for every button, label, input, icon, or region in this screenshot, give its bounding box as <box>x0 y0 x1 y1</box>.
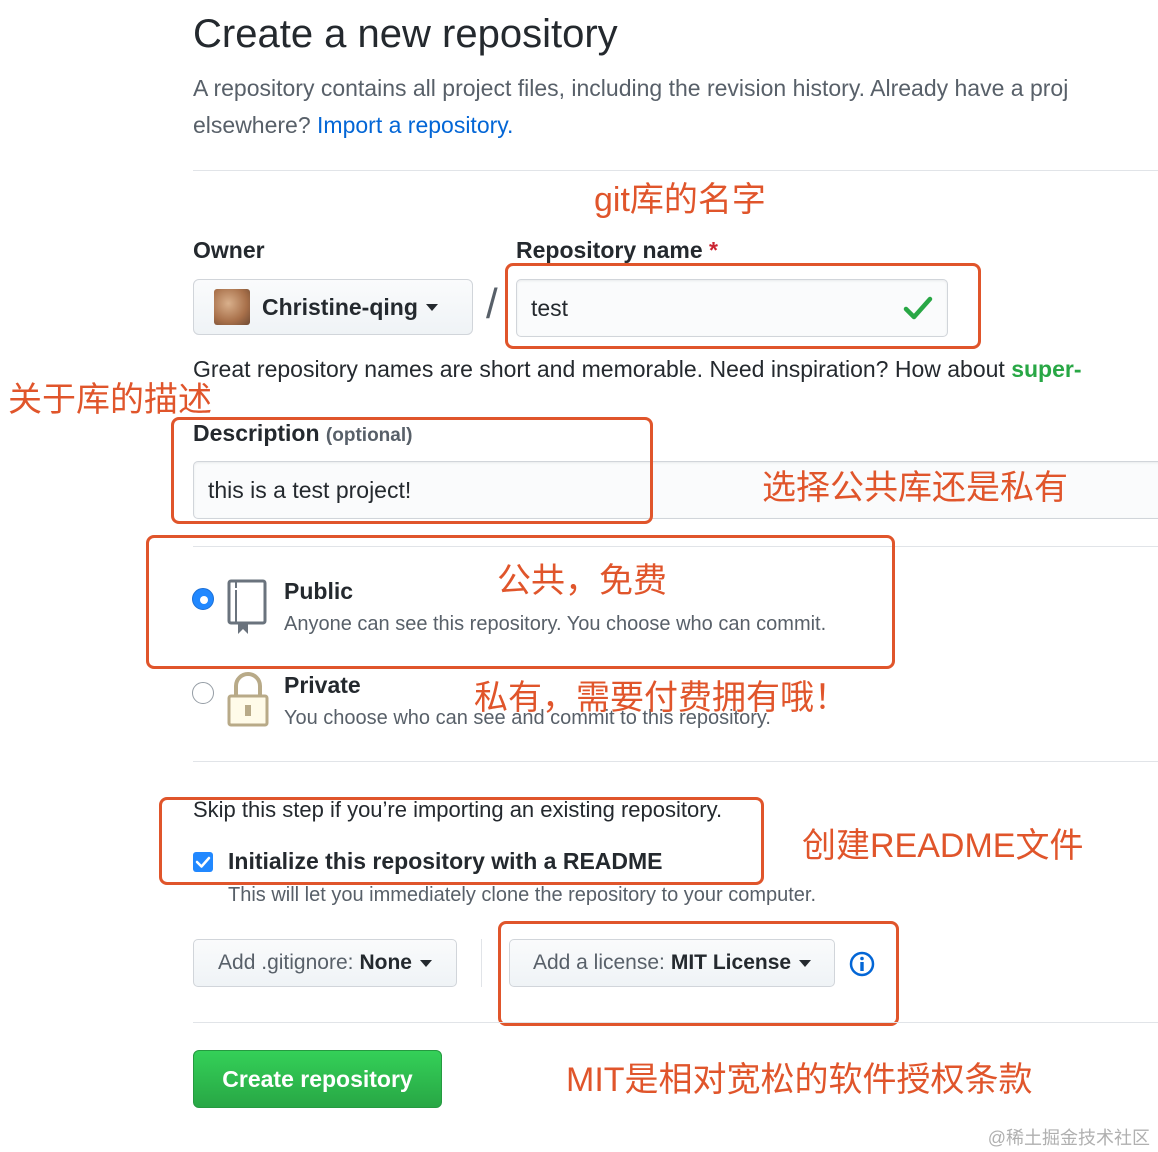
gitignore-prefix: Add .gitignore: <box>218 951 354 974</box>
page-title: Create a new repository <box>193 12 618 56</box>
private-title: Private <box>284 672 361 698</box>
divider <box>193 1022 1158 1023</box>
annotation-repo-name: git库的名字 <box>594 181 766 219</box>
annotation-visibility: 选择公共库还是私有 <box>762 469 1068 507</box>
annotation-readme: 创建README文件 <box>802 827 1084 865</box>
subtitle-line-2: elsewhere? Import a repository. <box>193 107 1158 144</box>
annotation-private: 私有，需要付费拥有哦！ <box>474 679 848 717</box>
annotation-description: 关于库的描述 <box>8 381 212 419</box>
annotation-box-description <box>171 417 653 524</box>
owner-avatar <box>214 289 250 325</box>
import-repository-link[interactable]: Import a repository. <box>317 112 513 138</box>
gitignore-select[interactable]: Add .gitignore: None <box>193 939 457 987</box>
repo-name-label-text: Repository name <box>516 237 703 263</box>
required-mark: * <box>709 237 718 263</box>
caret-down-icon <box>425 303 438 311</box>
private-radio[interactable] <box>192 682 214 704</box>
name-suggestion-link[interactable]: super- <box>1011 356 1081 382</box>
annotation-license: MIT是相对宽松的软件授权条款 <box>566 1061 1033 1099</box>
annotation-box-license <box>498 921 899 1026</box>
subtitle-prefix: elsewhere? <box>193 112 318 138</box>
annotation-box-repo-name <box>505 263 981 349</box>
owner-name: Christine-qing <box>262 293 418 320</box>
separator <box>481 939 482 987</box>
watermark: @稀土掘金技术社区 <box>987 1128 1150 1148</box>
divider <box>193 170 1158 171</box>
repo-name-label: Repository name * <box>516 237 718 264</box>
page-subtitle: A repository contains all project files,… <box>193 70 1158 144</box>
owner-label: Owner <box>193 237 265 263</box>
owner-repo-separator: / <box>486 280 498 327</box>
owner-select[interactable]: Christine-qing <box>193 279 473 335</box>
gitignore-value: None <box>359 951 412 974</box>
annotation-box-readme <box>159 797 764 885</box>
readme-description: This will let you immediately clone the … <box>228 884 817 906</box>
annotation-box-public <box>146 535 895 669</box>
name-hint: Great repository names are short and mem… <box>193 356 1082 383</box>
name-hint-text: Great repository names are short and mem… <box>193 356 1012 382</box>
caret-down-icon <box>419 959 432 967</box>
create-repository-button[interactable]: Create repository <box>193 1050 442 1108</box>
subtitle-line-1: A repository contains all project files,… <box>193 75 1069 101</box>
lock-icon <box>227 672 269 727</box>
divider <box>193 761 1158 762</box>
